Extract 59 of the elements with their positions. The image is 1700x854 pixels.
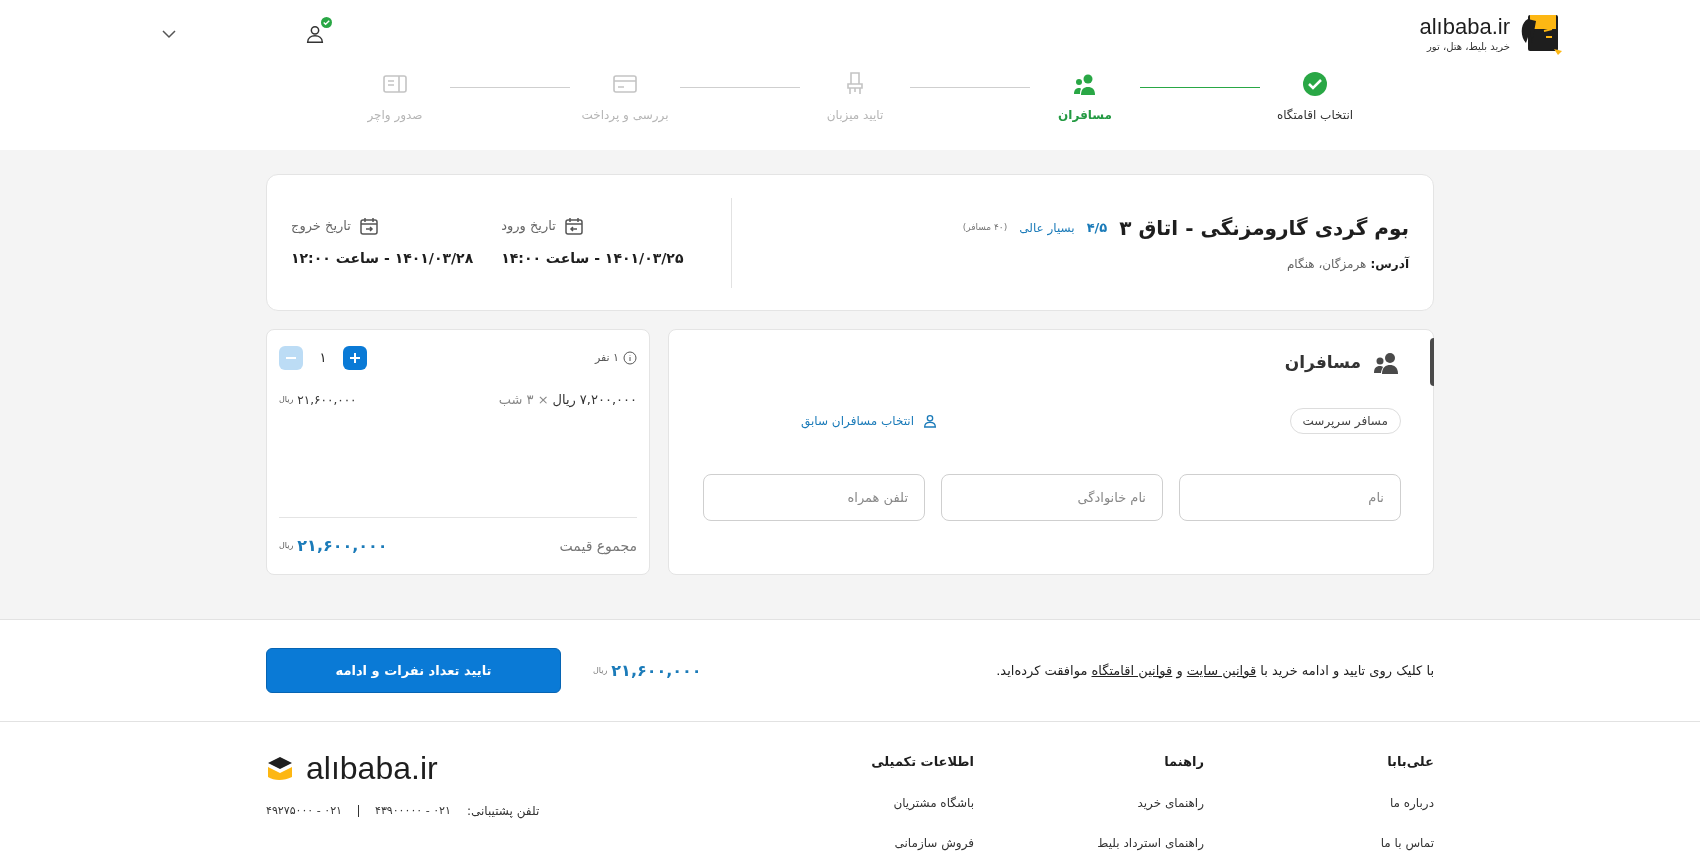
address-text: هرمزگان، هنگام xyxy=(1286,255,1367,273)
user-icon xyxy=(922,412,938,429)
date-label: تاریخ ورود xyxy=(501,217,556,236)
terms-text: با کلیک روی تایید و ادامه خرید با قوانین سایت و قوانین اقامتگاه موافقت کرده‌اید. xyxy=(995,661,1434,681)
phone-number: ۰۲۱ - ۴۳۹۰۰۰۰۰ xyxy=(374,802,451,819)
address-label: آدرس: xyxy=(1370,255,1409,273)
section-title: مسافران xyxy=(1284,351,1361,375)
logo-text: alıbaba.ir xyxy=(306,752,438,784)
phone-number: ۰۲۱ - ۴۹۲۷۵۰۰۰ xyxy=(266,802,342,819)
user-icon xyxy=(304,23,326,45)
progress-step[interactable]: انتخاب اقامتگاه xyxy=(1260,70,1370,124)
footer-link[interactable]: تماس با ما xyxy=(1264,833,1434,852)
progress-step[interactable]: مسافران xyxy=(1030,70,1140,124)
terms-link[interactable]: قوانین اقامتگاه xyxy=(1091,662,1173,678)
logo-text[interactable]: alıbaba.ir xyxy=(1419,14,1510,39)
line-total: ۲۱,۶۰۰,۰۰۰ xyxy=(297,391,357,409)
currency-label: ریال xyxy=(279,393,294,406)
check-circle-icon xyxy=(1301,70,1329,98)
quantity-value: ۱ xyxy=(318,349,328,368)
date-value: ۱۴۰۱/۰۳/۲۸ - ساعت ۱۲:۰۰ xyxy=(291,249,474,268)
previous-passengers-link[interactable]: انتخاب مسافران سابق xyxy=(801,411,938,430)
total-price: ۲۱,۶۰۰,۰۰۰ xyxy=(297,535,388,557)
unit-price: ۷,۲۰۰,۰۰۰ xyxy=(579,391,637,409)
total-price: ۲۱,۶۰۰,۰۰۰ xyxy=(611,659,702,682)
calendar-icon xyxy=(358,216,379,236)
hotel-title: بوم گردی گارومزنگی - اتاق ۳ xyxy=(1119,214,1409,242)
input-field[interactable]: نام خانوادگی xyxy=(941,473,1163,521)
terms-link[interactable]: قوانین سایت xyxy=(1186,662,1257,678)
plus-icon xyxy=(349,352,361,364)
support-label: تلفن پشتیبانی: xyxy=(466,803,540,820)
tagline: خرید بلیط، هتل، تور xyxy=(1427,39,1510,54)
users-icon xyxy=(1373,351,1401,374)
logo-icon xyxy=(266,755,294,781)
increase-button[interactable] xyxy=(343,346,367,370)
footer-heading: اطلاعات تکمیلی xyxy=(870,753,974,771)
footer-link[interactable]: باشگاه مشتریان xyxy=(804,793,974,812)
currency-label: ریال xyxy=(593,664,608,677)
currency-label: ریال xyxy=(279,540,294,552)
nights-label: × ۳ شب xyxy=(498,391,549,409)
rating-label: بسیار عالی xyxy=(1019,219,1075,237)
rating: ۴/۵ xyxy=(1086,218,1108,237)
review-count: (۴۰ مسافر) xyxy=(962,220,1008,234)
info-icon xyxy=(623,351,637,365)
footer-heading: راهنما xyxy=(1163,753,1204,771)
calendar-icon xyxy=(563,216,584,236)
footer-link[interactable]: راهنمای استرداد بلیط xyxy=(1034,833,1204,852)
passenger-count: ۱ نفر xyxy=(594,349,619,366)
date-value: ۱۴۰۱/۰۳/۲۵ - ساعت ۱۴:۰۰ xyxy=(501,249,684,268)
accent-bar xyxy=(1430,338,1434,386)
footer-link[interactable]: فروش سازمانی xyxy=(804,833,974,852)
input-field[interactable]: نام xyxy=(1179,473,1401,521)
footer-link[interactable]: راهنمای خرید xyxy=(1034,793,1204,812)
total-label: مجموع قیمت xyxy=(559,536,637,557)
date-label: تاریخ خروج xyxy=(291,217,351,236)
footer-link[interactable]: درباره ما xyxy=(1264,793,1434,812)
input-field[interactable]: تلفن همراه xyxy=(703,473,925,521)
footer-heading: علی‌بابا xyxy=(1386,753,1434,771)
confirm-button[interactable]: تایید تعداد نفرات و ادامه xyxy=(266,648,561,693)
currency-label: ریال xyxy=(552,391,576,410)
